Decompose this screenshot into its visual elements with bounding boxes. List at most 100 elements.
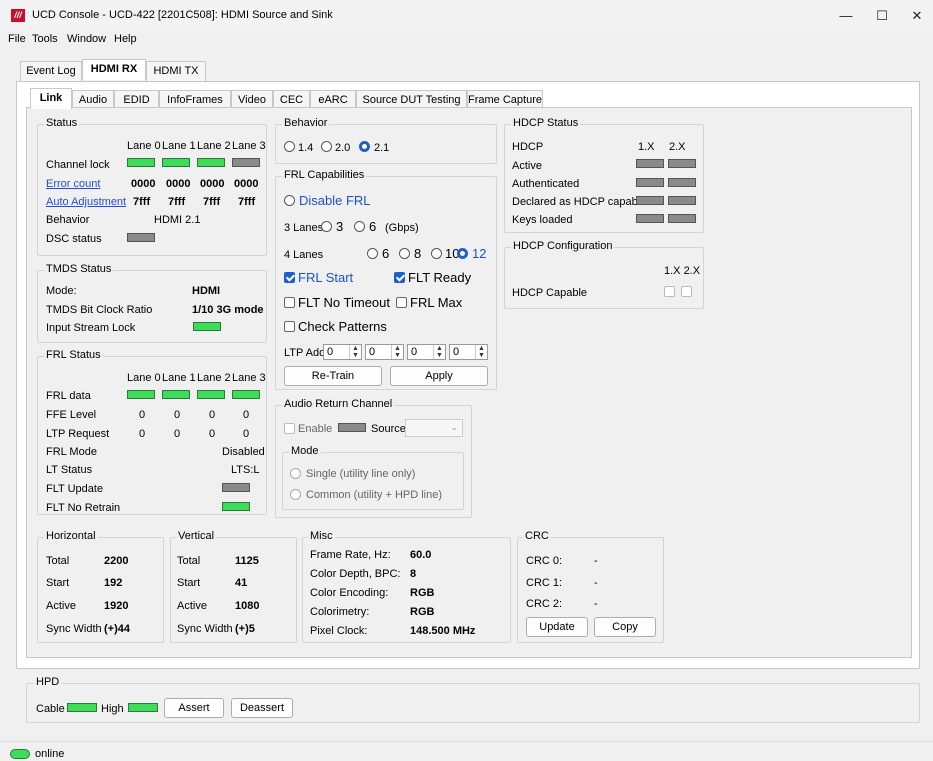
hdcp-capable-label: HDCP Capable bbox=[512, 287, 588, 299]
flt-ready-checkbox[interactable] bbox=[394, 272, 405, 283]
minimize-button[interactable]: — bbox=[831, 6, 861, 26]
tab-hdmi-rx[interactable]: HDMI RX bbox=[82, 59, 146, 80]
ltp-request-value: 0 bbox=[174, 428, 181, 440]
error-count-value: 0000 bbox=[166, 178, 191, 190]
behavior-value: HDMI 2.1 bbox=[154, 214, 201, 226]
channel-lock-led bbox=[127, 158, 155, 167]
behavior-2-0-radio[interactable] bbox=[321, 141, 332, 152]
app-logo-icon: /// bbox=[11, 9, 25, 22]
4-lanes-12-radio[interactable] bbox=[457, 248, 468, 259]
maximize-button[interactable]: ☐ bbox=[867, 6, 897, 26]
arc-enable-checkbox[interactable] bbox=[284, 423, 295, 434]
crc-1-value: - bbox=[594, 577, 598, 589]
status-title: Status bbox=[44, 117, 80, 129]
hpd-group bbox=[26, 683, 920, 723]
arc-source-select[interactable]: ⌄ bbox=[405, 419, 463, 437]
hdcp-config-header: 1.X 2.X bbox=[664, 265, 701, 277]
disable-frl-radio[interactable] bbox=[284, 195, 295, 206]
4-lanes-10-radio[interactable] bbox=[431, 248, 442, 259]
flt-update-led bbox=[222, 483, 250, 492]
input-stream-lock-led bbox=[193, 322, 221, 331]
crc-update-button[interactable]: Update bbox=[526, 617, 588, 637]
close-button[interactable]: ✕ bbox=[902, 6, 932, 26]
crc-copy-button[interactable]: Copy bbox=[594, 617, 656, 637]
hdcp-active-2x-led bbox=[668, 159, 696, 168]
stepper-arrows-icon[interactable]: ▲ ▼ bbox=[433, 345, 445, 359]
flt-update-label: FLT Update bbox=[46, 483, 104, 495]
hpd-cable-led bbox=[67, 703, 97, 712]
ltp-request-value: 0 bbox=[209, 428, 216, 440]
crc-0-value: - bbox=[594, 555, 598, 567]
menu-help[interactable]: Help bbox=[114, 33, 137, 45]
horizontal-sync-width-value: (+)44 bbox=[104, 623, 130, 635]
3-lanes-6-radio[interactable] bbox=[354, 221, 365, 232]
hdcp-1x-header: 1.X bbox=[638, 141, 655, 153]
hdcp-capable-2x-checkbox[interactable] bbox=[681, 286, 692, 297]
tab-event-log[interactable]: Event Log bbox=[20, 61, 82, 81]
pixel-clock-value: 148.500 MHz bbox=[410, 625, 476, 637]
ffe-level-value: 0 bbox=[139, 409, 146, 421]
hdcp-active-label: Active bbox=[512, 160, 542, 172]
menu-file[interactable]: File bbox=[8, 33, 26, 45]
ltp-add-stepper[interactable]: 0 ▲ ▼ bbox=[407, 344, 446, 360]
frl-max-checkbox[interactable] bbox=[396, 297, 407, 308]
vertical-start-value: 41 bbox=[235, 577, 248, 589]
colorimetry-label: Colorimetry: bbox=[310, 606, 370, 618]
stepper-arrows-icon[interactable]: ▲ ▼ bbox=[349, 345, 361, 359]
4-lanes-8-radio[interactable] bbox=[399, 248, 410, 259]
frl-data-led bbox=[232, 390, 260, 399]
ltp-request-value: 0 bbox=[243, 428, 250, 440]
tmds-ratio-label: TMDS Bit Clock Ratio bbox=[46, 304, 153, 316]
hdcp-configuration-group bbox=[504, 247, 704, 309]
color-depth-label: Color Depth, BPC: bbox=[310, 568, 401, 580]
hdcp-capable-1x-checkbox[interactable] bbox=[664, 286, 675, 297]
hpd-title: HPD bbox=[34, 676, 62, 688]
subtab-link[interactable]: Link bbox=[30, 88, 72, 109]
lane-header: Lane 1 bbox=[162, 372, 196, 384]
frl-data-label: FRL data bbox=[46, 390, 91, 402]
3-lanes-3-label: 3 bbox=[336, 219, 344, 234]
4-lanes-6-radio[interactable] bbox=[367, 248, 378, 259]
auto-adjustment-value: 7fff bbox=[238, 196, 256, 208]
status-bar bbox=[0, 741, 933, 761]
hdcp-keys-1x-led bbox=[636, 214, 664, 223]
tab-hdmi-tx[interactable]: HDMI TX bbox=[146, 61, 206, 81]
ltp-add-stepper[interactable]: 0 ▲ ▼ bbox=[449, 344, 488, 360]
menu-window[interactable]: Window bbox=[67, 33, 106, 45]
arc-enable-led bbox=[338, 423, 366, 432]
hpd-high-label: High bbox=[101, 703, 124, 715]
error-count-value: 0000 bbox=[200, 178, 225, 190]
online-indicator-icon bbox=[10, 749, 30, 759]
ltp-add-stepper[interactable]: 0 ▲ ▼ bbox=[365, 344, 404, 360]
ltp-add-stepper[interactable]: 0 ▲ ▼ bbox=[323, 344, 362, 360]
horizontal-active-value: 1920 bbox=[104, 600, 129, 612]
hpd-deassert-button[interactable]: Deassert bbox=[231, 698, 293, 718]
behavior-2-1-label: 2.1 bbox=[374, 142, 390, 154]
auto-adjustment-value: 7fff bbox=[133, 196, 151, 208]
behavior-2-1-radio[interactable] bbox=[359, 141, 370, 152]
error-count-link[interactable]: Error count bbox=[46, 178, 100, 190]
stepper-arrows-icon[interactable]: ▲ ▼ bbox=[475, 345, 487, 359]
stepper-arrows-icon[interactable]: ▲ ▼ bbox=[391, 345, 403, 359]
re-train-button[interactable]: Re-Train bbox=[284, 366, 382, 386]
menu-tools[interactable]: Tools bbox=[32, 33, 58, 45]
arc-enable-label: Enable bbox=[298, 423, 333, 435]
hdcp-2x-header: 2.X bbox=[669, 141, 686, 153]
online-status: online bbox=[35, 748, 65, 760]
lane-header: Lane 0 bbox=[127, 372, 161, 384]
flt-no-timeout-checkbox[interactable] bbox=[284, 297, 295, 308]
app-window: /// UCD Console - UCD-422 [2201C508]: HD… bbox=[0, 0, 933, 761]
check-patterns-checkbox[interactable] bbox=[284, 321, 295, 332]
flt-no-timeout-label: FLT No Timeout bbox=[298, 295, 390, 310]
gbps-label: (Gbps) bbox=[385, 222, 419, 234]
channel-lock-led bbox=[197, 158, 225, 167]
arc-single-radio[interactable] bbox=[290, 468, 301, 479]
arc-common-radio[interactable] bbox=[290, 489, 301, 500]
auto-adjustment-link[interactable]: Auto Adjustment bbox=[46, 196, 126, 208]
3-lanes-3-radio[interactable] bbox=[321, 221, 332, 232]
frl-start-checkbox[interactable] bbox=[284, 272, 295, 283]
channel-lock-label: Channel lock bbox=[46, 159, 110, 171]
behavior-1-4-radio[interactable] bbox=[284, 141, 295, 152]
hpd-assert-button[interactable]: Assert bbox=[164, 698, 224, 718]
apply-button[interactable]: Apply bbox=[390, 366, 488, 386]
